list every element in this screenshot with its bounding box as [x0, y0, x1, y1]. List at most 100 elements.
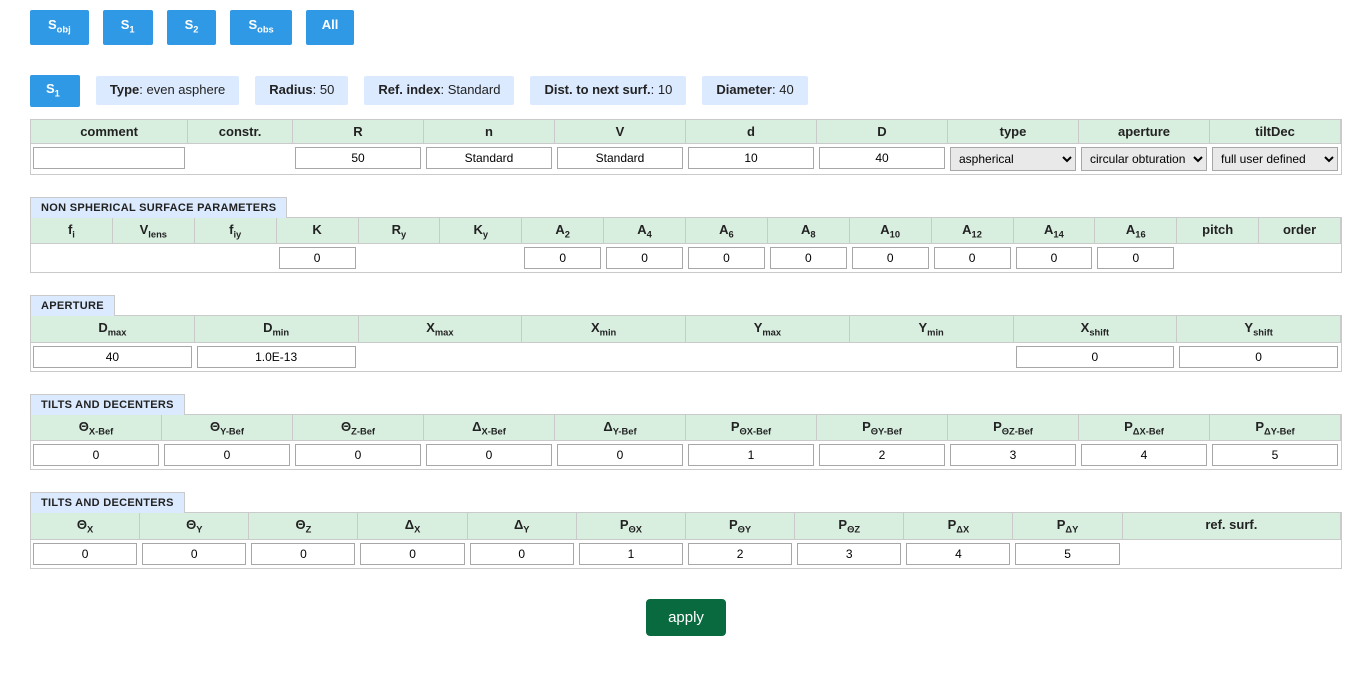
hdr-A4: A4 — [604, 218, 686, 245]
select-type[interactable]: aspherical — [950, 147, 1076, 171]
hdr-thz: ΘZ — [249, 513, 358, 540]
hdr-D: D — [817, 120, 948, 144]
hdr-pdyb: PΔY-Bef — [1210, 415, 1341, 442]
input-pdxb[interactable] — [1081, 444, 1207, 466]
hdr-Ymin: Ymin — [850, 316, 1014, 343]
input-pthz[interactable] — [797, 543, 901, 565]
hdr-comment: comment — [31, 120, 188, 144]
input-A14[interactable] — [1016, 247, 1093, 269]
tab-s-obj[interactable]: Sobj — [30, 10, 89, 45]
input-Yshift[interactable] — [1179, 346, 1338, 368]
summary-refindex: Ref. index: Standard — [364, 76, 514, 105]
tilts-after-grid: ΘX ΘY ΘZ ΔX ΔY PΘX PΘY PΘZ PΔX PΔY ref. … — [30, 512, 1342, 569]
legend-tilts-before: TILTS AND DECENTERS — [30, 394, 185, 415]
input-dx[interactable] — [360, 543, 464, 565]
input-pthyb[interactable] — [819, 444, 945, 466]
hdr-Ymax: Ymax — [686, 316, 850, 343]
input-dy[interactable] — [470, 543, 574, 565]
hdr-V: V — [555, 120, 686, 144]
surface-tab-row: Sobj S1 S2 Sobs All — [30, 10, 1342, 45]
hdr-pthy: PΘY — [686, 513, 795, 540]
hdr-Ry: Ry — [359, 218, 441, 245]
hdr-fiy: fiy — [195, 218, 277, 245]
hdr-A16: A16 — [1095, 218, 1177, 245]
hdr-fi: fi — [31, 218, 113, 245]
tab-all[interactable]: All — [306, 10, 355, 45]
input-thyb[interactable] — [164, 444, 290, 466]
input-A4[interactable] — [606, 247, 683, 269]
cell-Ymax — [686, 343, 850, 371]
select-tiltDec[interactable]: full user defined — [1212, 147, 1338, 171]
input-Xshift[interactable] — [1016, 346, 1175, 368]
apply-button[interactable]: apply — [646, 599, 726, 636]
input-D[interactable] — [819, 147, 945, 169]
input-pthx[interactable] — [579, 543, 683, 565]
summary-radius: Radius: 50 — [255, 76, 348, 105]
input-A2[interactable] — [524, 247, 601, 269]
input-Dmax[interactable] — [33, 346, 192, 368]
input-dyb[interactable] — [557, 444, 683, 466]
input-A10[interactable] — [852, 247, 929, 269]
hdr-dxb: ΔX-Bef — [424, 415, 555, 442]
input-Dmin[interactable] — [197, 346, 356, 368]
tab-s-obs[interactable]: Sobs — [230, 10, 291, 45]
hdr-thxb: ΘX-Bef — [31, 415, 162, 442]
cell-fi — [31, 244, 113, 272]
input-pthxb[interactable] — [688, 444, 814, 466]
cell-Vlens — [113, 244, 195, 272]
tilts-before-grid: ΘX-Bef ΘY-Bef ΘZ-Bef ΔX-Bef ΔY-Bef PΘX-B… — [30, 414, 1342, 471]
cell-Ry — [359, 244, 441, 272]
main-parameters-grid: comment constr. R n V d D type aperture … — [30, 119, 1342, 175]
legend-aperture: APERTURE — [30, 295, 115, 316]
hdr-thzb: ΘZ-Bef — [293, 415, 424, 442]
input-dxb[interactable] — [426, 444, 552, 466]
cell-pitch — [1177, 244, 1259, 272]
input-pthzb[interactable] — [950, 444, 1076, 466]
hdr-A14: A14 — [1014, 218, 1096, 245]
hdr-A10: A10 — [850, 218, 932, 245]
hdr-thy: ΘY — [140, 513, 249, 540]
input-R[interactable] — [295, 147, 421, 169]
hdr-pthyb: PΘY-Bef — [817, 415, 948, 442]
hdr-pdxb: PΔX-Bef — [1079, 415, 1210, 442]
input-thzb[interactable] — [295, 444, 421, 466]
hdr-d: d — [686, 120, 817, 144]
hdr-pdy: PΔY — [1013, 513, 1122, 540]
hdr-pthz: PΘZ — [795, 513, 904, 540]
input-K[interactable] — [279, 247, 356, 269]
hdr-A6: A6 — [686, 218, 768, 245]
input-A12[interactable] — [934, 247, 1011, 269]
summary-surface-badge: S1 — [30, 75, 80, 107]
tab-s2[interactable]: S2 — [167, 10, 217, 45]
hdr-Yshift: Yshift — [1177, 316, 1341, 343]
hdr-Ky: Ky — [440, 218, 522, 245]
legend-tilts-after: TILTS AND DECENTERS — [30, 492, 185, 513]
input-thx[interactable] — [33, 543, 137, 565]
input-A8[interactable] — [770, 247, 847, 269]
input-pdyb[interactable] — [1212, 444, 1338, 466]
summary-type: Type: even asphere — [96, 76, 239, 105]
select-aperture[interactable]: circular obturation — [1081, 147, 1207, 171]
hdr-K: K — [277, 218, 359, 245]
summary-dist: Dist. to next surf.: 10 — [530, 76, 686, 105]
hdr-refsurf: ref. surf. — [1123, 513, 1341, 540]
cell-constr — [188, 144, 293, 174]
input-pdx[interactable] — [906, 543, 1010, 565]
cell-Ymin — [850, 343, 1014, 371]
hdr-order: order — [1259, 218, 1341, 245]
input-A6[interactable] — [688, 247, 765, 269]
input-comment[interactable] — [33, 147, 185, 169]
input-thxb[interactable] — [33, 444, 159, 466]
input-n[interactable] — [426, 147, 552, 169]
hdr-pthzb: PΘZ-Bef — [948, 415, 1079, 442]
input-A16[interactable] — [1097, 247, 1174, 269]
input-V[interactable] — [557, 147, 683, 169]
tab-s1[interactable]: S1 — [103, 10, 153, 45]
cell-fiy — [195, 244, 277, 272]
hdr-Dmin: Dmin — [195, 316, 359, 343]
input-pthy[interactable] — [688, 543, 792, 565]
input-d[interactable] — [688, 147, 814, 169]
input-thz[interactable] — [251, 543, 355, 565]
input-pdy[interactable] — [1015, 543, 1119, 565]
input-thy[interactable] — [142, 543, 246, 565]
